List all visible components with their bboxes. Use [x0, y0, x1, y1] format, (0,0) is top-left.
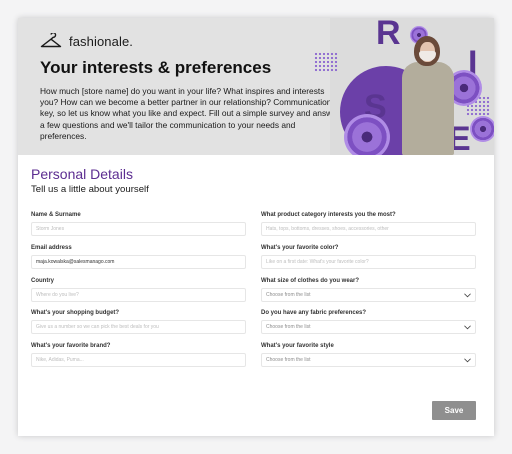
color-input[interactable]: Like on a first date: What's your favori…: [261, 255, 476, 269]
brand-name: fashionale.: [69, 33, 133, 49]
field-label: What's your favorite style: [261, 343, 334, 349]
hero-description: How much [store name] do you want in you…: [40, 86, 340, 141]
name-field: Name & Surname Storm Jones: [31, 212, 246, 236]
field-label: Country: [31, 278, 54, 284]
budget-input[interactable]: Give us a number so we can pick the best…: [31, 320, 246, 334]
dot-pattern: [314, 52, 338, 72]
select-value: Choose from the list: [266, 357, 311, 363]
brand-logo: fashionale.: [40, 33, 133, 49]
email-field: Email address maja.kowalska@salesmanago.…: [31, 245, 246, 269]
hanger-icon: [40, 33, 62, 48]
category-field: What product category interests you the …: [261, 212, 476, 236]
field-label: What size of clothes do you wear?: [261, 278, 360, 284]
fabric-field: Do you have any fabric preferences? Choo…: [261, 310, 476, 334]
country-input[interactable]: Where do you live?: [31, 288, 246, 302]
field-label: Name & Surname: [31, 212, 81, 218]
budget-field: What's your shopping budget? Give us a n…: [31, 310, 246, 334]
hero-banner: fashionale. Your interests & preferences…: [18, 18, 494, 155]
field-label: What product category interests you the …: [261, 212, 396, 218]
chevron-down-icon: [464, 292, 471, 297]
art-letter: R: [376, 18, 401, 52]
save-button[interactable]: Save: [432, 401, 476, 420]
fabric-select[interactable]: Choose from the list: [261, 320, 476, 334]
country-field: Country Where do you live?: [31, 278, 246, 302]
select-value: Choose from the list: [266, 324, 311, 330]
page-title: Your interests & preferences: [40, 58, 272, 77]
chevron-down-icon: [464, 324, 471, 329]
size-field: What size of clothes do you wear? Choose…: [261, 278, 476, 302]
field-label: What's your favorite brand?: [31, 343, 111, 349]
flower-graphic: [344, 114, 390, 155]
field-label: What's your favorite color?: [261, 245, 339, 251]
field-label: What's your shopping budget?: [31, 310, 120, 316]
brand-input[interactable]: Nike, Adidas, Puma...: [31, 353, 246, 367]
section-title: Personal Details: [31, 166, 133, 182]
style-field: What's your favorite style Choose from t…: [261, 343, 476, 367]
style-select[interactable]: Choose from the list: [261, 353, 476, 367]
chevron-down-icon: [464, 357, 471, 362]
category-input[interactable]: Hats, tops, bottoms, dresses, shoes, acc…: [261, 222, 476, 236]
color-field: What's your favorite color? Like on a fi…: [261, 245, 476, 269]
flower-graphic: [470, 116, 494, 142]
field-label: Do you have any fabric preferences?: [261, 310, 367, 316]
model-figure: [402, 62, 454, 155]
email-input[interactable]: maja.kowalska@salesmanago.com: [31, 255, 246, 269]
field-label: Email address: [31, 245, 72, 251]
brand-field: What's your favorite brand? Nike, Adidas…: [31, 343, 246, 367]
size-select[interactable]: Choose from the list: [261, 288, 476, 302]
hero-image: R I S E: [314, 18, 494, 155]
section-subtitle: Tell us a little about yourself: [31, 184, 149, 195]
select-value: Choose from the list: [266, 292, 311, 298]
name-input[interactable]: Storm Jones: [31, 222, 246, 236]
survey-card: fashionale. Your interests & preferences…: [18, 18, 494, 436]
